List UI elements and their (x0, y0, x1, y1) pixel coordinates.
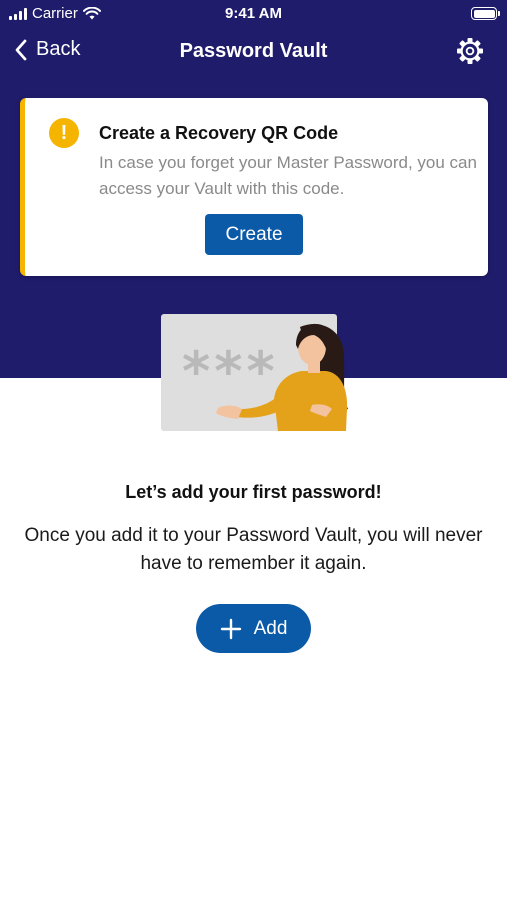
empty-state-description: Once you add it to your Password Vault, … (24, 525, 483, 574)
warning-icon: ! (49, 118, 79, 148)
navigation-bar: Back Password Vault (0, 30, 507, 76)
add-password-button[interactable]: Add (196, 604, 311, 653)
create-button[interactable]: Create (205, 214, 303, 255)
gear-icon (457, 38, 483, 64)
masked-password-text: *** (182, 340, 279, 403)
status-time: 9:41 AM (225, 5, 282, 22)
card-title: Create a Recovery QR Code (99, 123, 339, 143)
recovery-qr-card: ! Create a Recovery QR Code In case you … (20, 98, 488, 276)
page-title: Password Vault (179, 40, 328, 62)
battery-icon (471, 7, 500, 20)
password-illustration: *** (161, 314, 348, 431)
settings-button[interactable] (455, 36, 485, 66)
card-description: In case you forget your Master Password,… (99, 153, 477, 198)
add-label: Add (253, 617, 288, 639)
empty-state-heading: Let’s add your first password! (125, 482, 382, 502)
status-bar: Carrier 9:41 AM (0, 0, 507, 28)
plus-icon (220, 618, 241, 639)
